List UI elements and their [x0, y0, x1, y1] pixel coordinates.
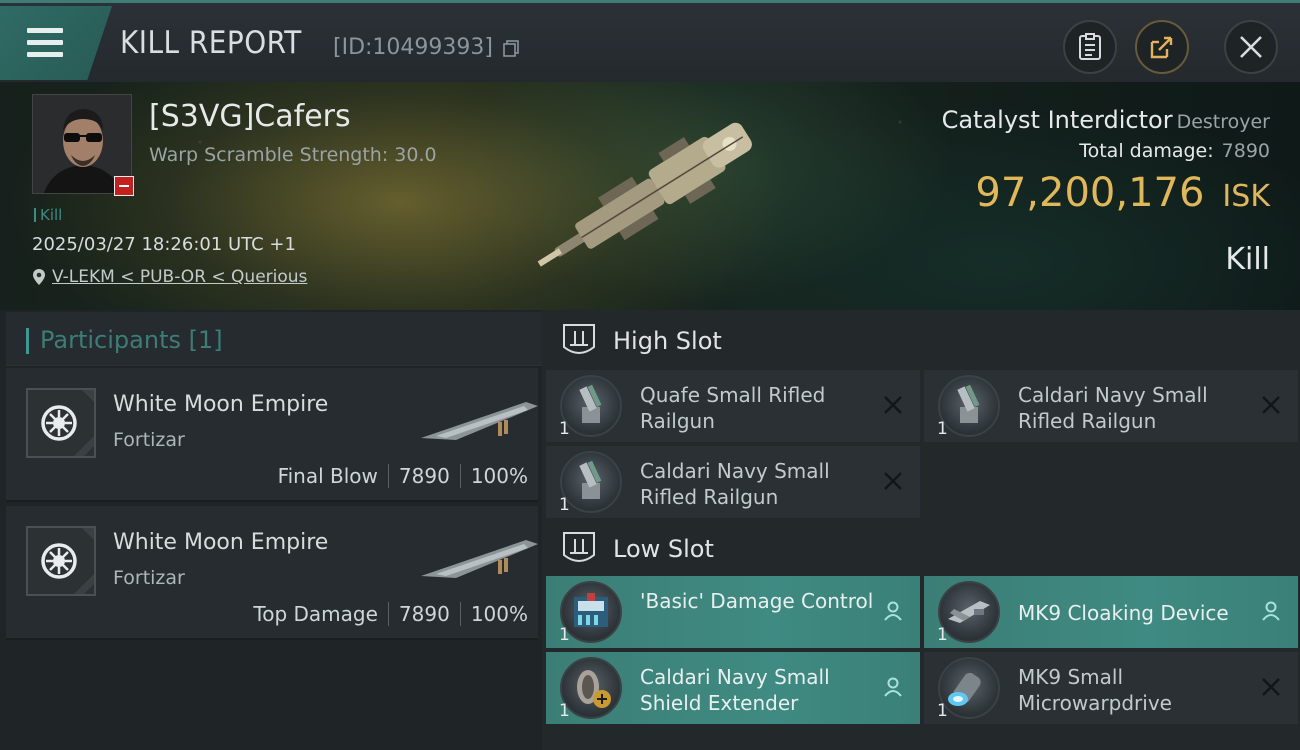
pilot-name[interactable]: [S3VG]Cafers	[149, 99, 351, 134]
fortizar-ship-image	[421, 540, 538, 578]
participant-percent: 100%	[470, 602, 528, 626]
victim-badge-icon	[114, 176, 134, 196]
module-name: 'Basic' Damage Control	[640, 589, 874, 613]
corp-logo	[26, 526, 96, 596]
total-damage-label: Total damage:	[1079, 140, 1214, 162]
participant-row[interactable]: White Moon Empire Fortizar Final Blow 78…	[6, 368, 538, 502]
participant-role: Top Damage	[253, 602, 378, 626]
location-link[interactable]: V-LEKM < PUB-OR < Querious	[52, 267, 307, 287]
pilot-avatar[interactable]	[32, 94, 132, 194]
module-item[interactable]: 1 Caldari Navy Small Rifled Railgun	[924, 370, 1298, 442]
module-item[interactable]: 1 Caldari Navy Small Rifled Railgun	[546, 446, 920, 518]
top-bar: KILL REPORT [ID:10499393]	[0, 0, 1300, 82]
close-button[interactable]	[1224, 20, 1278, 74]
isk-amount: 97,200,176	[975, 170, 1205, 216]
module-quantity: 1	[937, 701, 948, 721]
high-slot-header: High Slot	[542, 312, 1300, 370]
module-name: MK9 Cloaking Device	[1018, 601, 1229, 625]
close-icon	[1240, 36, 1262, 58]
clipboard-button[interactable]	[1063, 20, 1117, 74]
module-item[interactable]: 1 Caldari Navy Small Shield Extender	[546, 652, 920, 724]
module-name: Quafe Small Rifled Railgun	[640, 383, 826, 433]
clipboard-icon	[1079, 33, 1101, 60]
x-icon	[1262, 678, 1280, 696]
module-item[interactable]: 1 Quafe Small Rifled Railgun	[546, 370, 920, 442]
participant-percent: 100%	[470, 464, 528, 488]
low-slot-label: Low Slot	[613, 535, 714, 563]
share-icon	[1150, 36, 1173, 59]
module-name: Caldari Navy Small Rifled Railgun	[640, 459, 830, 509]
pilot-portrait-image	[33, 95, 131, 193]
share-button[interactable]	[1135, 20, 1189, 74]
ship-class: Destroyer	[1176, 111, 1270, 133]
participant-stats: Top Damage 7890 100%	[253, 602, 528, 626]
kill-location[interactable]: V-LEKM < PUB-OR < Querious	[32, 267, 307, 287]
report-id: [ID:10499393]	[333, 35, 493, 60]
menu-button[interactable]	[0, 6, 112, 80]
module-quantity: 1	[937, 625, 948, 645]
x-icon	[1262, 396, 1280, 414]
isk-unit: ISK	[1222, 179, 1270, 214]
participant-name: White Moon Empire	[113, 392, 329, 417]
total-damage: Total damage: 7890	[1079, 140, 1270, 162]
menu-icon	[27, 28, 63, 58]
module-name: Caldari Navy Small Rifled Railgun	[1018, 383, 1208, 433]
participant-stats: Final Blow 7890 100%	[278, 464, 528, 488]
module-quantity: 1	[937, 419, 948, 439]
module-name: MK9 Small Microwarpdrive	[1018, 665, 1172, 715]
x-icon	[884, 396, 902, 414]
participant-ship: Fortizar	[113, 567, 185, 589]
kill-timestamp: 2025/03/27 18:26:01 UTC +1	[32, 234, 296, 255]
kill-result: Kill	[1225, 242, 1270, 277]
page-title: KILL REPORT	[120, 25, 302, 61]
participant-damage: 7890	[398, 602, 450, 626]
copy-icon[interactable]	[503, 40, 520, 57]
high-slot-label: High Slot	[613, 327, 722, 355]
person-icon	[1262, 601, 1280, 621]
fortizar-ship-image	[421, 402, 538, 440]
module-item[interactable]: 1 'Basic' Damage Control	[546, 576, 920, 648]
module-item[interactable]: 1 MK9 Cloaking Device	[924, 576, 1298, 648]
location-pin-icon	[33, 269, 45, 285]
person-icon	[884, 677, 902, 697]
corp-logo	[26, 388, 96, 458]
isk-value: 97,200,176 ISK	[975, 170, 1270, 216]
participant-name: White Moon Empire	[113, 530, 329, 555]
module-quantity: 1	[559, 625, 570, 645]
fitting-panel: High Slot 1 Quafe Small Rifled Railgun 1…	[542, 310, 1300, 750]
x-icon	[884, 472, 902, 490]
participant-role: Final Blow	[277, 464, 378, 488]
ship-name[interactable]: Catalyst Interdictor Destroyer	[942, 106, 1270, 134]
low-slot-header: Low Slot	[542, 520, 1300, 578]
participant-row[interactable]: White Moon Empire Fortizar Top Damage 78…	[6, 506, 538, 640]
participants-title: Participants [1]	[40, 326, 223, 354]
module-quantity: 1	[559, 701, 570, 721]
kill-summary-banner: [S3VG]Cafers Warp Scramble Strength: 30.…	[0, 82, 1300, 310]
high-slot-icon	[563, 324, 595, 354]
module-item[interactable]: 1 MK9 Small Microwarpdrive	[924, 652, 1298, 724]
participant-ship: Fortizar	[113, 429, 185, 451]
ship-type: Catalyst Interdictor	[941, 106, 1173, 134]
warp-scramble-strength: Warp Scramble Strength: 30.0	[149, 144, 437, 166]
low-slot-icon	[563, 532, 595, 562]
module-quantity: 1	[559, 419, 570, 439]
white-moon-empire-icon	[41, 528, 94, 594]
participant-damage: 7890	[398, 464, 450, 488]
total-damage-value: 7890	[1221, 140, 1270, 162]
module-name: Caldari Navy Small Shield Extender	[640, 665, 830, 715]
white-moon-empire-icon	[41, 390, 94, 456]
participants-panel: Participants [1] White Moon Empire Forti…	[0, 310, 542, 750]
person-icon	[884, 601, 902, 621]
participants-header: Participants [1]	[6, 312, 542, 366]
kill-tag: Kill	[34, 206, 62, 224]
module-quantity: 1	[559, 495, 570, 515]
ship-image[interactable]	[510, 116, 790, 276]
